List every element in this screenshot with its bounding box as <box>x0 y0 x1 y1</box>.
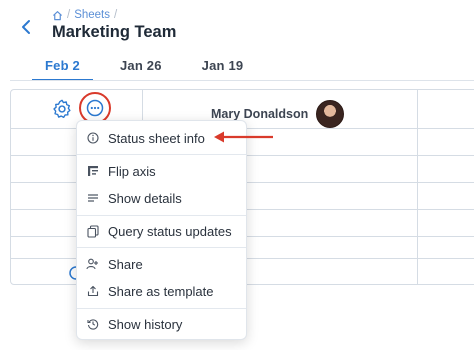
flip-axis-icon <box>86 165 99 178</box>
back-button[interactable] <box>16 14 36 40</box>
menu-item-flip-axis[interactable]: Flip axis <box>77 159 246 183</box>
details-icon <box>86 192 99 205</box>
gear-icon[interactable] <box>51 98 73 120</box>
date-tabs: Feb 2 Jan 26 Jan 19 <box>32 55 270 81</box>
menu-divider <box>77 154 246 155</box>
person-name: Mary Donaldson <box>211 107 309 121</box>
home-icon[interactable] <box>52 10 63 21</box>
annotation-arrow-icon <box>214 131 273 143</box>
tab-jan-19[interactable]: Jan 19 <box>189 55 257 81</box>
breadcrumb: / Sheets / <box>52 9 117 21</box>
menu-item-label: Share as template <box>108 283 214 299</box>
menu-divider <box>77 215 246 216</box>
more-options-menu: Status sheet info Flip axis Show details… <box>76 120 247 340</box>
more-horizontal-icon <box>86 99 104 117</box>
history-icon <box>86 318 99 331</box>
menu-divider <box>77 247 246 248</box>
tab-feb-2[interactable]: Feb 2 <box>32 55 93 81</box>
clipboard-icon <box>86 224 99 238</box>
menu-item-label: Status sheet info <box>108 130 205 146</box>
page-title: Marketing Team <box>52 23 177 41</box>
menu-item-label: Flip axis <box>108 163 156 179</box>
share-upload-icon <box>86 285 99 298</box>
info-icon <box>86 132 99 145</box>
menu-divider <box>77 308 246 309</box>
menu-item-label: Share <box>108 256 143 272</box>
menu-item-share-as-template[interactable]: Share as template <box>77 279 246 303</box>
breadcrumb-separator: / <box>114 9 118 21</box>
share-user-icon <box>86 258 99 271</box>
tab-jan-26[interactable]: Jan 26 <box>107 55 175 81</box>
menu-item-query-status-updates[interactable]: Query status updates <box>77 219 246 243</box>
menu-item-show-history[interactable]: Show history <box>77 312 246 336</box>
breadcrumb-separator: / <box>67 9 71 21</box>
chevron-left-icon <box>22 20 30 34</box>
menu-item-show-details[interactable]: Show details <box>77 186 246 210</box>
grid-column-divider <box>417 90 418 284</box>
menu-item-share[interactable]: Share <box>77 252 246 276</box>
breadcrumb-sheets-link[interactable]: Sheets <box>74 9 110 21</box>
menu-item-label: Show history <box>108 316 183 332</box>
menu-item-label: Show details <box>108 190 182 206</box>
tabs-divider <box>10 80 474 81</box>
avatar <box>316 100 345 128</box>
menu-item-label: Query status updates <box>108 223 232 239</box>
